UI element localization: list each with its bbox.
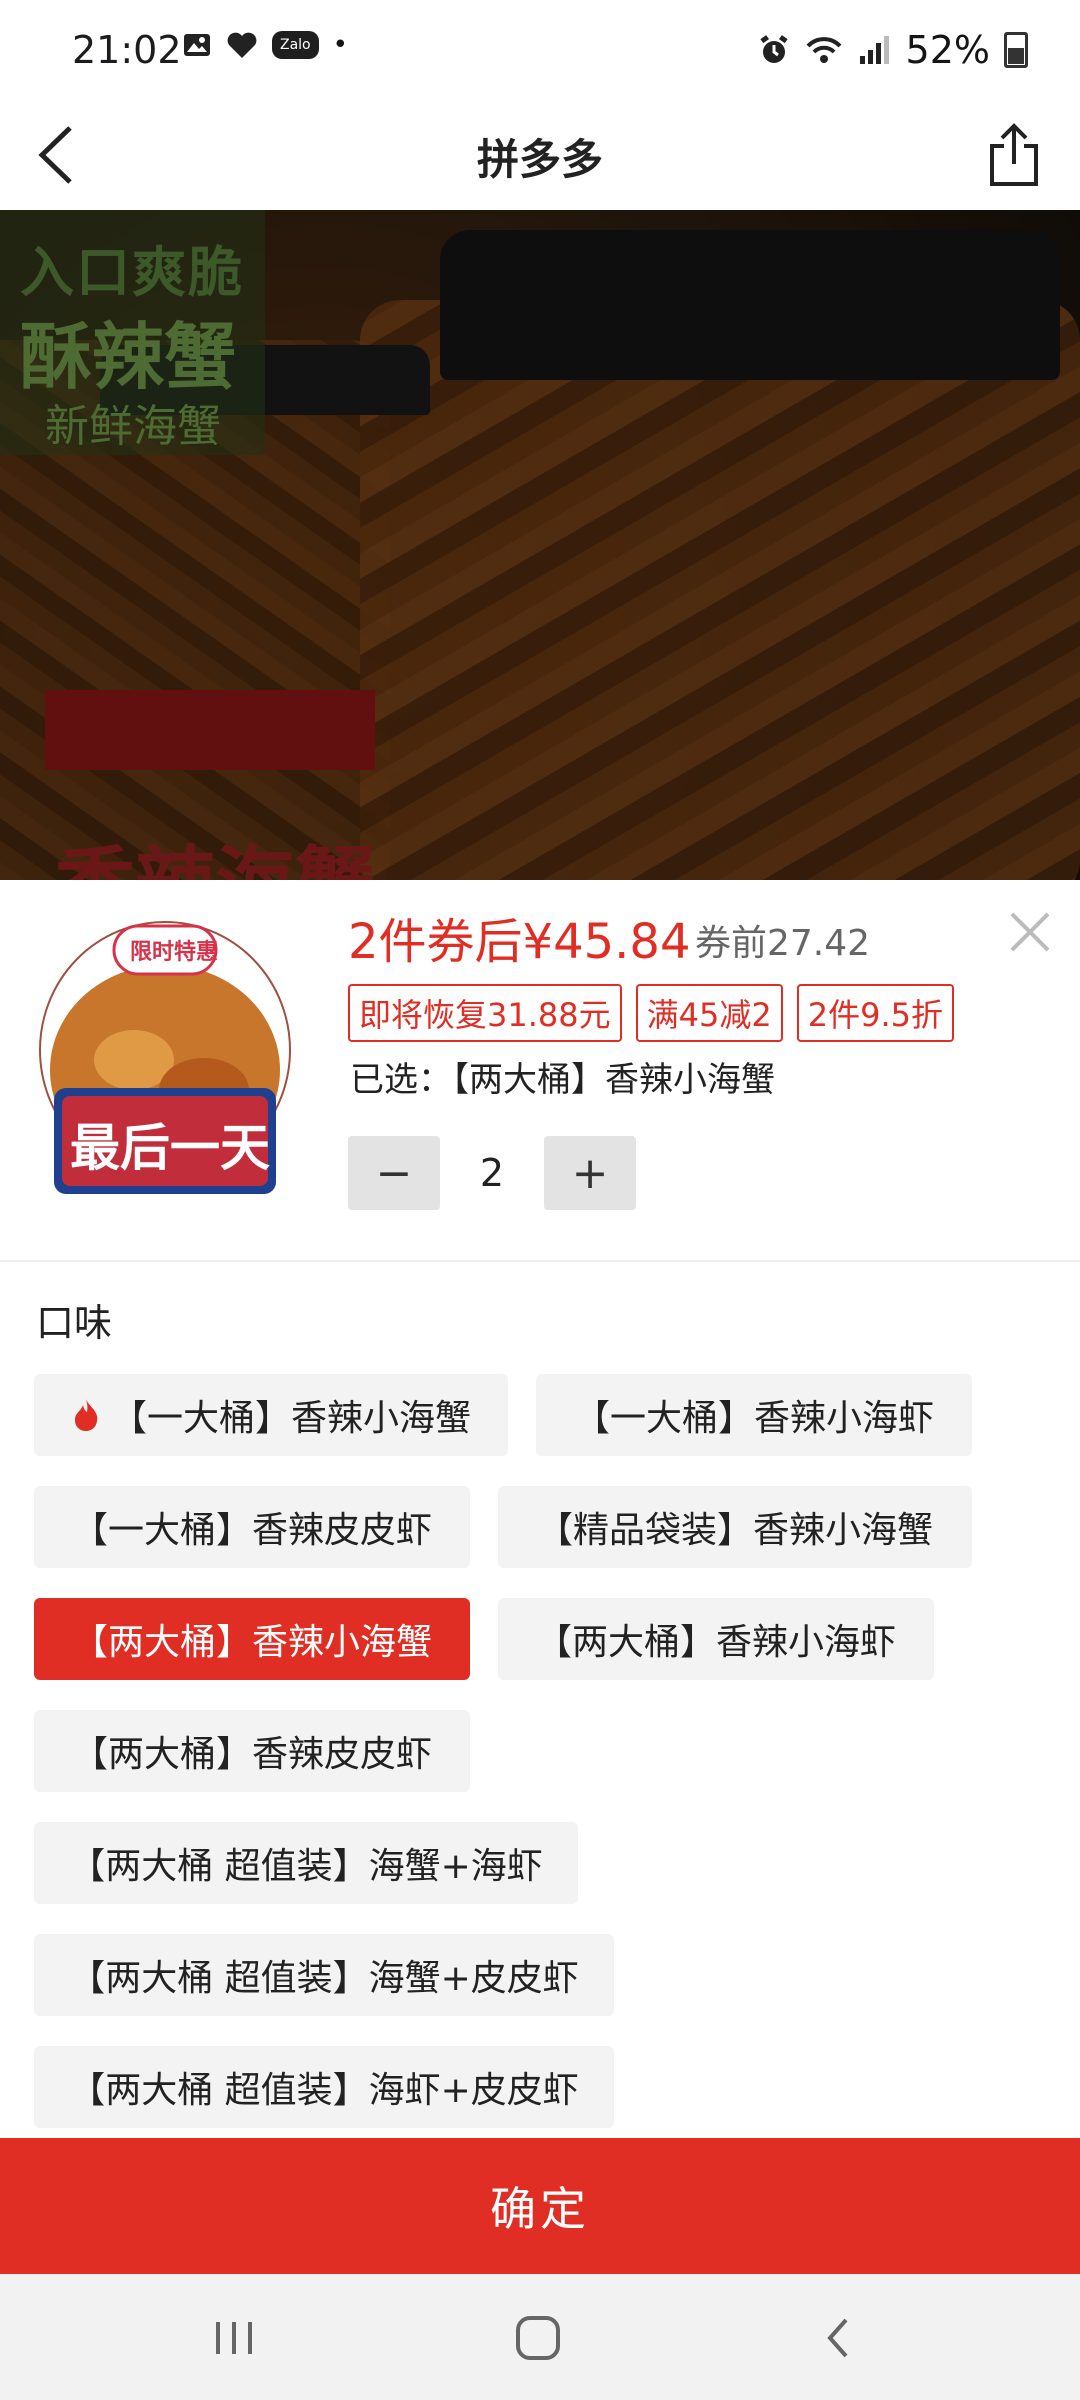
sku-selector-sheet: 限时特惠 最后一天 2件券后¥45.84 券前27.42 即将恢复31.88元 …: [0, 880, 1080, 2140]
status-bar: 21:02 Zalo • 52%: [0, 0, 1080, 100]
flavor-option[interactable]: 【精品袋装】香辣小海蟹: [498, 1486, 972, 1568]
flavor-option[interactable]: 【一大桶】香辣小海蟹: [34, 1374, 508, 1456]
promo-tag: 满45减2: [635, 984, 783, 1042]
price-before-coupon: 券前27.42: [695, 923, 871, 964]
decrease-button[interactable]: −: [348, 1136, 440, 1210]
home-icon[interactable]: [508, 2310, 568, 2366]
quantity-stepper: − 2 +: [348, 1136, 636, 1210]
quantity-value[interactable]: 2: [440, 1151, 544, 1195]
flavor-option[interactable]: 【一大桶】香辣小海虾: [536, 1374, 972, 1456]
close-icon[interactable]: [1008, 910, 1052, 954]
divider: [0, 1260, 1080, 1262]
more-notifications-dot: •: [332, 30, 348, 60]
system-nav-bar: [0, 2274, 1080, 2400]
flame-icon: [74, 1399, 98, 1431]
gallery-icon: [184, 34, 210, 56]
flavor-option[interactable]: 【两大桶】香辣皮皮虾: [34, 1710, 470, 1792]
page-title: 拼多多: [476, 135, 603, 184]
heart-icon: [227, 32, 257, 58]
flavor-option[interactable]: 【两大桶】香辣小海虾: [498, 1598, 934, 1680]
flavor-option[interactable]: 【两大桶 超值装】海蟹+皮皮虾: [34, 1934, 614, 2016]
flavor-option[interactable]: 【两大桶 超值装】海虾+皮皮虾: [34, 2046, 614, 2128]
status-time: 21:02: [72, 28, 182, 72]
product-thumbnail[interactable]: 限时特惠 最后一天: [34, 920, 296, 1202]
selected-prefix: 已选：: [350, 1060, 452, 1100]
increase-button[interactable]: +: [544, 1136, 636, 1210]
dim-overlay[interactable]: [0, 210, 1080, 880]
promo-tag: 即将恢复31.88元: [348, 984, 622, 1042]
battery-icon: [1004, 32, 1028, 68]
promo-tag: 2件9.5折: [796, 984, 954, 1042]
flavor-option-label: 【一大桶】香辣小海蟹: [110, 1398, 471, 1439]
selected-value: 【两大桶】香辣小海蟹: [452, 1060, 775, 1100]
system-back-icon[interactable]: [810, 2310, 870, 2366]
zalo-icon: Zalo: [272, 31, 319, 59]
flavor-option-selected[interactable]: 【两大桶】香辣小海蟹: [34, 1598, 470, 1680]
thumb-banner: 最后一天: [70, 1119, 270, 1177]
coupon-price: 2件券后¥45.84: [348, 914, 691, 970]
flavor-option[interactable]: 【一大桶】香辣皮皮虾: [34, 1486, 470, 1568]
status-notification-icons: Zalo •: [182, 30, 348, 60]
promo-tags: 即将恢复31.88元 满45减2 2件9.5折: [348, 984, 954, 1042]
status-system-icons: 52%: [758, 28, 1028, 72]
selected-sku: 已选：【两大桶】香辣小海蟹: [350, 1052, 775, 1101]
nav-bar: 拼多多: [0, 100, 1080, 210]
signal-icon: [859, 36, 889, 64]
wifi-icon: [806, 37, 841, 63]
share-icon[interactable]: [984, 120, 1044, 190]
confirm-button[interactable]: 确定: [0, 2138, 1080, 2274]
flavor-section-title: 口味: [36, 1301, 113, 1345]
product-image[interactable]: 入口爽脆 酥辣蟹 新鲜海蟹 香辣海蟹: [0, 210, 1080, 880]
thumb-badge: 限时特惠: [130, 940, 219, 965]
flavor-option[interactable]: 【两大桶 超值装】海蟹+海虾: [34, 1822, 578, 1904]
battery-percent: 52%: [905, 28, 990, 72]
recent-apps-icon[interactable]: [204, 2310, 264, 2366]
alarm-icon: [759, 35, 788, 63]
